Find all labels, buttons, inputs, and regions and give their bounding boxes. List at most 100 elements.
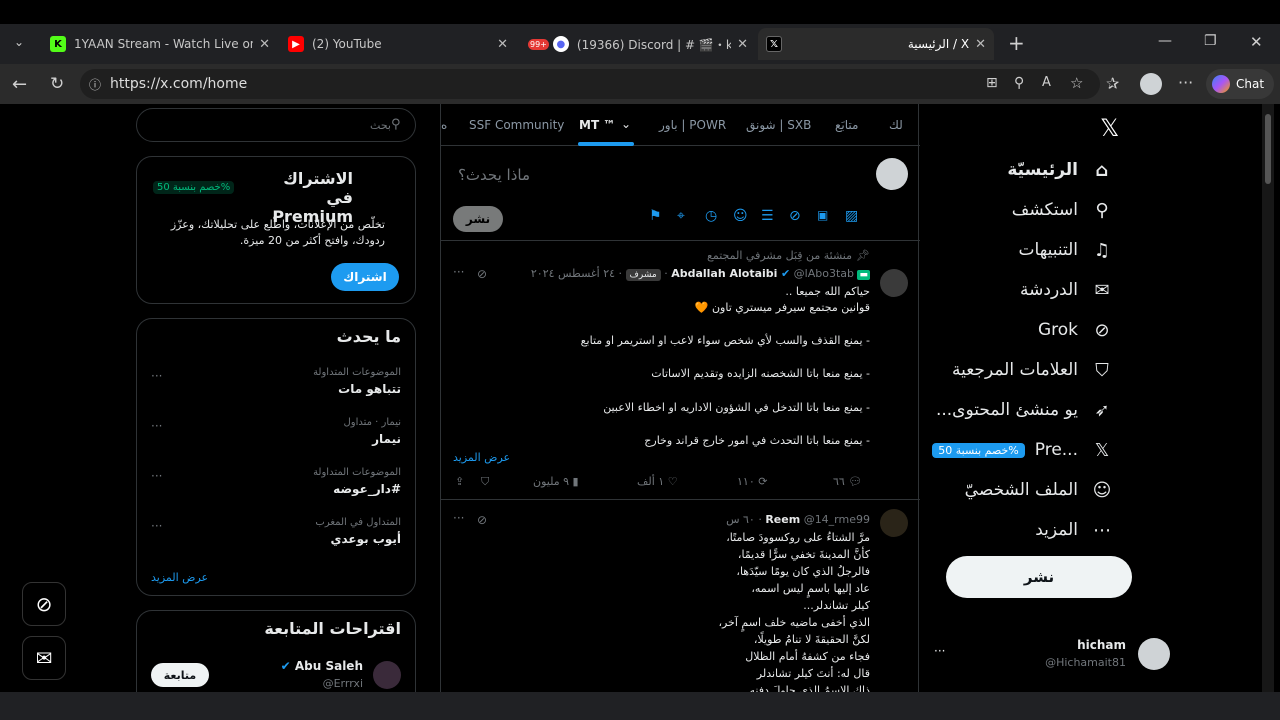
avatar[interactable] [373,661,401,689]
tweet-author[interactable]: Abdallah Alotaibi [671,267,777,280]
restore-icon[interactable]: ❐ [1204,33,1217,49]
nav-messages[interactable]: ✉ الدردشة [1020,270,1114,310]
more-icon[interactable]: ··· [151,519,162,533]
nav-premium[interactable]: 𝕏 Pre... %خصم بنسبة 50 [932,430,1114,470]
menu-icon[interactable]: ··· [1178,73,1193,92]
url-field[interactable]: ⓘ https://x.com/home ⊞ ⚲ A ☆ [80,69,1100,99]
zoom-icon[interactable]: ⚲ [1014,75,1024,91]
schedule-icon[interactable]: ◷ [705,208,717,224]
tab-following[interactable]: متابَع [835,118,858,132]
more-icon[interactable]: ··· [151,419,162,433]
x-logo-icon[interactable]: 𝕏 [1100,114,1119,142]
grok-icon[interactable]: ⊘ [477,267,487,281]
close-icon[interactable]: ✕ [975,37,986,52]
site-info-icon[interactable]: ⓘ [89,76,101,93]
close-icon[interactable]: ✕ [737,37,748,52]
nav-home[interactable]: ⌂ الرئيسيّة [1007,150,1114,190]
repost-button[interactable]: ⟳ ١١٠ [737,475,767,488]
poll-icon[interactable]: ☰ [761,208,774,224]
tab-community[interactable]: باور | POWR [659,118,726,132]
show-more-link[interactable]: عرض المزيد [151,571,208,584]
views-button[interactable]: ▮ ٩ مليون [533,475,579,488]
nav-label: المزيد [1035,520,1078,540]
tab-list-icon[interactable]: ⌄ [14,35,24,49]
messages-drawer-icon[interactable]: ✉ [22,636,66,680]
tweet-date[interactable]: ٦٠ س [726,513,755,526]
tweet-handle[interactable]: @14_rme99 [804,513,870,526]
tab-community-active[interactable]: MT ™ [579,118,615,132]
share-icon[interactable]: ⇪ [455,475,464,488]
reload-icon[interactable]: ↻ [50,74,64,94]
bookmark-icon[interactable]: ⛉ [481,475,489,489]
more-icon[interactable]: ··· [453,511,464,525]
image-icon[interactable]: ▨ [845,208,858,224]
more-icon[interactable]: ··· [934,644,945,658]
chevron-down-icon[interactable]: ⌄ [621,117,631,131]
account-switcher[interactable]: hicham @Hichamait81 ··· [930,634,1170,678]
more-icon[interactable]: ··· [453,265,464,279]
nav-creator-studio[interactable]: ➶ ...يو منشئ المحتوى [936,390,1114,430]
tweet-pinned[interactable]: 📌︎منشئة من قِبَل مشرفي المجتمع ▬ Abdalla… [441,241,920,500]
follow-button[interactable]: متابعة [151,663,209,687]
minimize-icon[interactable]: — [1158,33,1172,49]
more-icon[interactable]: ··· [151,469,162,483]
follow-name[interactable]: ✔ Abu Saleh [281,659,363,673]
scrollbar-thumb[interactable] [1265,114,1271,184]
nav-bookmarks[interactable]: ⛉ العلامات المرجعية [952,350,1114,390]
tab-community[interactable]: ه [441,118,447,132]
emoji-icon[interactable]: ☺ [733,208,748,224]
tweet-author[interactable]: Reem [765,513,800,526]
trend-item[interactable]: المتداول في المغرب أيوب بوعدي ··· [137,517,415,565]
location-icon[interactable]: ⌖ [677,208,685,224]
back-icon[interactable]: ← [12,74,27,95]
nav-grok[interactable]: ⊘ Grok [1038,310,1114,350]
favorite-star-icon[interactable]: ☆ [1070,74,1083,92]
nav-explore[interactable]: ⚲ استكشف [1012,190,1114,230]
trend-item[interactable]: الموضوعات المتداولة #دار_عوضه ··· [137,467,415,515]
tweet[interactable]: Reem @14_rme99 · ٦٠ س ⊘ ··· مرَّ الشتاءُ… [441,501,920,692]
avatar[interactable] [880,269,908,297]
tab-discord[interactable]: 99+ ● (19366) Discord | # 🎬・kick-cl ✕ [520,28,756,60]
tweet-date[interactable]: ٢٤ أغسطس ٢٠٢٤ [531,267,615,280]
flag-icon[interactable]: ⚑ [649,208,662,224]
like-button[interactable]: ♡ ١ ألف [637,475,678,488]
window-close-icon[interactable]: ✕ [1250,33,1263,51]
scrollbar[interactable] [1262,104,1274,692]
tab-kick[interactable]: K 1YAAN Stream - Watch Live on Kick ✕ [42,28,278,60]
new-tab-icon[interactable]: + [1008,31,1025,55]
follow-panel: اقتراحات المتابعة ✔ Abu Saleh @Errrxi مت… [136,610,416,692]
grok-icon[interactable]: ⊘ [789,208,801,224]
tab-community[interactable]: SSF Community [469,118,564,132]
show-more-link[interactable]: عرض المزيد [453,451,510,464]
read-aloud-icon[interactable]: A [1042,75,1051,90]
nav-profile[interactable]: ☺ الملف الشخصيّ [965,470,1114,510]
compose-post-button[interactable]: نشر [453,206,503,232]
trend-item[interactable]: نيمار · متداول نيمار ··· [137,417,415,465]
compose-input[interactable]: ماذا يحدث؟ [458,166,530,184]
more-icon[interactable]: ··· [151,369,162,383]
grok-icon[interactable]: ⊘ [477,513,487,527]
favorites-icon[interactable]: ✰ [1106,74,1119,93]
repost-count: ١١٠ [737,475,755,488]
copilot-chat-button[interactable]: Chat [1206,69,1274,99]
search-input[interactable]: بحث ⚲ [136,108,416,142]
tweet-handle[interactable]: @lAbo3tab [794,267,854,280]
tab-x[interactable]: 𝕏 الرئيسية / X ✕ [758,28,994,60]
reply-button[interactable]: 💬︎ ٦٦ [833,475,862,488]
trend-item[interactable]: الموضوعات المتداولة تتباهو مات ··· [137,367,415,415]
nav-notifications[interactable]: ♫ التنبيهات [1019,230,1114,270]
profile-avatar[interactable] [1140,73,1162,95]
gif-icon[interactable]: ▣ [817,208,828,222]
close-icon[interactable]: ✕ [497,37,508,52]
apps-icon[interactable]: ⊞ [986,75,998,91]
nav-more[interactable]: ⋯ المزيد [1035,510,1114,550]
tab-youtube[interactable]: ▶ (2) YouTube ✕ [280,28,516,60]
avatar[interactable] [880,509,908,537]
close-icon[interactable]: ✕ [259,37,270,52]
tab-community[interactable]: شونق | SXB [746,118,811,132]
post-button[interactable]: نشر [946,556,1132,598]
tab-for-you[interactable]: لك [889,118,903,132]
grok-icon[interactable]: ⊘ [22,582,66,626]
bell-icon: ♫ [1093,239,1111,261]
subscribe-button[interactable]: اشتراك [331,263,399,291]
